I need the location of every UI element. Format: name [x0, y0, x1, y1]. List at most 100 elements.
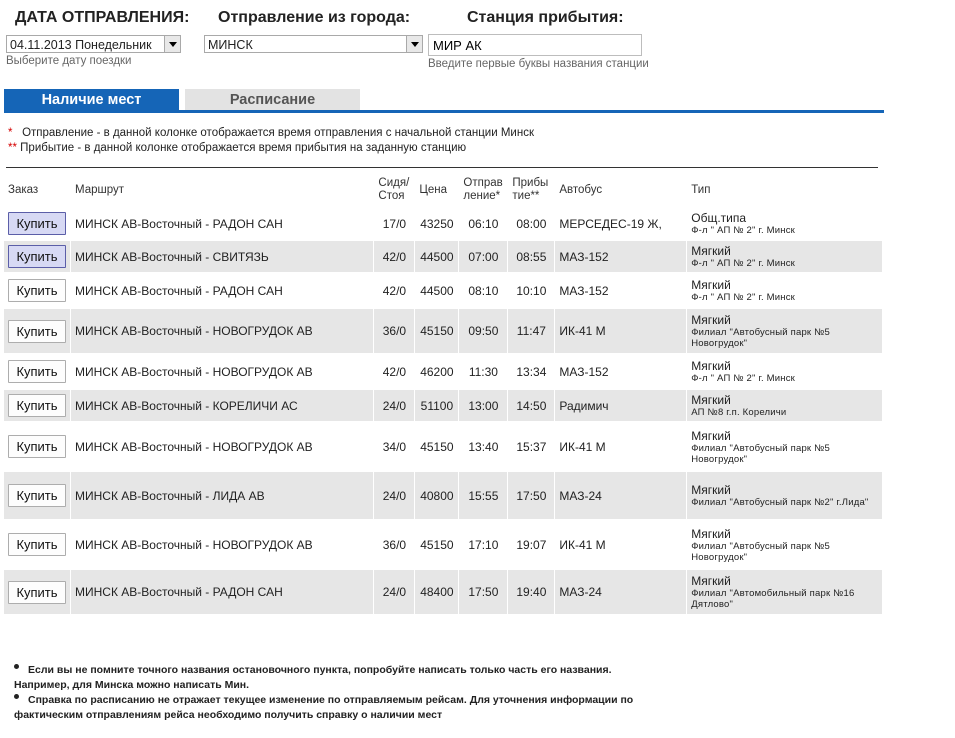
chevron-down-icon[interactable]	[164, 36, 180, 52]
footnote-tip-2: Справка по расписанию не отражает текуще…	[14, 693, 633, 708]
price-cell: 46200	[415, 355, 460, 388]
route-cell: МИНСК АВ-Восточный - НОВОГРУДОК АВ	[71, 423, 375, 470]
table-row: Купить МИНСК АВ-Восточный - НОВОГРУДОК АВ…	[4, 423, 883, 470]
departure-cell: 17:50	[459, 570, 509, 614]
carrier-name: Филиал "Автобусный парк №5 Новогрудок"	[691, 442, 830, 465]
carrier-name: АП №8 г.п. Кореличи	[691, 407, 787, 418]
carrier-name: Ф-л " АП № 2" г. Минск	[691, 292, 796, 303]
arrival-cell: 19:40	[508, 570, 556, 614]
arrival-station-input[interactable]	[428, 34, 642, 56]
type-cell: Мягкий Ф-л " АП № 2" г. Минск	[687, 355, 883, 388]
route-cell: МИНСК АВ-Восточный - ЛИДА АВ	[71, 472, 375, 519]
order-cell: Купить	[4, 390, 71, 421]
bus-cell: МАЗ-152	[555, 274, 688, 307]
departure-cell: 15:55	[459, 472, 509, 519]
type-cell: Мягкий Филиал "Автобусный парк №2" г.Лида…	[687, 472, 883, 519]
tab-schedule[interactable]: Расписание	[185, 89, 360, 111]
tab-availability[interactable]: Наличие мест	[4, 89, 179, 111]
arrival-cell: 19:07	[508, 521, 556, 568]
price-cell: 45150	[415, 521, 460, 568]
route-cell: МИНСК АВ-Восточный - НОВОГРУДОК АВ	[71, 355, 375, 388]
buy-button[interactable]: Купить	[8, 580, 66, 604]
seats-cell: 34/0	[374, 423, 416, 470]
from-city-select[interactable]: МИНСК	[204, 35, 423, 53]
seats-cell: 36/0	[374, 309, 416, 353]
table-row: Купить МИНСК АВ-Восточный - РАДОН САН 17/0…	[4, 208, 883, 239]
seats-cell: 42/0	[374, 241, 416, 272]
table-row: Купить МИНСК АВ-Восточный - СВИТЯЗЬ 42/0 44…	[4, 241, 883, 272]
footnote-tip-1-line-2: Например, для Минска можно написать Мин.	[14, 679, 250, 691]
bus-cell: МЕРСЕДЕС-19 Ж,	[555, 208, 688, 239]
price-cell: 44500	[415, 241, 460, 272]
order-cell: Купить	[4, 208, 71, 239]
header-route: Маршрут	[75, 183, 125, 196]
arrival-note: ** Прибытие - в данной колонке отображае…	[8, 142, 466, 154]
type-cell: Мягкий Филиал "Автобусный парк №5 Новогру…	[687, 423, 883, 470]
carrier-name: Ф-л " АП № 2" г. Минск	[691, 258, 796, 269]
date-select[interactable]: 04.11.2013 Понедельник	[6, 35, 181, 53]
bus-type: Мягкий	[691, 244, 731, 258]
table-row: Купить МИНСК АВ-Восточный - РАДОН САН 24/0…	[4, 570, 883, 614]
header-type: Тип	[691, 183, 711, 196]
bus-cell: Радимич	[555, 390, 688, 421]
type-cell: Мягкий Ф-л " АП № 2" г. Минск	[687, 241, 883, 272]
arrival-cell: 08:55	[508, 241, 556, 272]
buy-button[interactable]: Купить	[8, 279, 66, 302]
arrival-cell: 17:50	[508, 472, 556, 519]
arrival-station-hint: Введите первые буквы названия станции	[428, 58, 649, 70]
date-hint: Выберите дату поездки	[6, 55, 132, 67]
type-cell: Мягкий АП №8 г.п. Кореличи	[687, 390, 883, 421]
tab-divider	[4, 110, 884, 113]
bus-cell: МАЗ-24	[555, 472, 688, 519]
type-cell: Мягкий Филиал "Автомобильный парк №16 Дят…	[687, 570, 883, 614]
seats-cell: 24/0	[374, 472, 416, 519]
price-cell: 40800	[415, 472, 460, 519]
order-cell: Купить	[4, 472, 71, 519]
footnote-tip-2-line-2: фактическим отправлениям рейса необходим…	[14, 709, 443, 721]
buy-button[interactable]: Купить	[8, 435, 66, 458]
type-cell: Мягкий Филиал "Автобусный парк №5 Новогру…	[687, 309, 883, 353]
route-cell: МИНСК АВ-Восточный - НОВОГРУДОК АВ	[71, 521, 375, 568]
buy-button[interactable]: Купить	[8, 360, 66, 383]
seats-cell: 36/0	[374, 521, 416, 568]
departure-note-text: Отправление - в данной колонке отображае…	[22, 127, 534, 139]
chevron-down-icon[interactable]	[406, 36, 422, 52]
buy-button[interactable]: Купить	[8, 212, 66, 235]
bullet-icon	[14, 663, 19, 669]
order-cell: Купить	[4, 241, 71, 272]
buy-button[interactable]: Купить	[8, 533, 66, 556]
arrival-cell: 10:10	[508, 274, 556, 307]
bus-cell: МАЗ-152	[555, 355, 688, 388]
type-cell: Мягкий Филиал "Автобусный парк №5 Новогру…	[687, 521, 883, 568]
type-cell: Мягкий Ф-л " АП № 2" г. Минск	[687, 274, 883, 307]
arrival-note-marker: **	[8, 142, 17, 154]
seats-cell: 24/0	[374, 570, 416, 614]
footnote-tip-2-line-1: Справка по расписанию не отражает текуще…	[28, 694, 634, 706]
from-city-value: МИНСК	[208, 38, 253, 52]
order-cell: Купить	[4, 521, 71, 568]
bus-cell: МАЗ-24	[555, 570, 688, 614]
arrival-cell: 14:50	[508, 390, 556, 421]
table-header-row: Заказ Маршрут Сидя/Стоя Цена Отправ ление…	[4, 174, 883, 206]
departure-note: * Отправление - в данной колонке отображ…	[8, 127, 534, 139]
carrier-name: Филиал "Автомобильный парк №16 Дятлово"	[691, 588, 855, 610]
header-arrival: Прибы тие**	[512, 177, 549, 202]
table-row: Купить МИНСК АВ-Восточный - ЛИДА АВ 24/0 40…	[4, 472, 883, 519]
buy-button[interactable]: Купить	[8, 484, 66, 507]
buy-button[interactable]: Купить	[8, 394, 66, 417]
header-seats: Сидя/Стоя	[378, 177, 410, 202]
arrival-station-label: Станция прибытия:	[467, 9, 624, 26]
departure-cell: 13:00	[459, 390, 509, 421]
table-row: Купить МИНСК АВ-Восточный - НОВОГРУДОК АВ…	[4, 355, 883, 388]
order-cell: Купить	[4, 355, 71, 388]
buy-button[interactable]: Купить	[8, 319, 66, 343]
carrier-name: Ф-л " АП № 2" г. Минск	[691, 225, 796, 236]
price-cell: 43250	[415, 208, 460, 239]
buy-button[interactable]: Купить	[8, 245, 66, 268]
price-cell: 48400	[415, 570, 460, 614]
bus-type: Мягкий	[691, 574, 731, 588]
bullet-icon	[14, 693, 19, 699]
schedule-table: Заказ Маршрут Сидя/Стоя Цена Отправ ление…	[4, 172, 883, 616]
footnotes: Если вы не помните точного названия оста…	[14, 663, 633, 723]
bus-type: Мягкий	[691, 359, 731, 373]
